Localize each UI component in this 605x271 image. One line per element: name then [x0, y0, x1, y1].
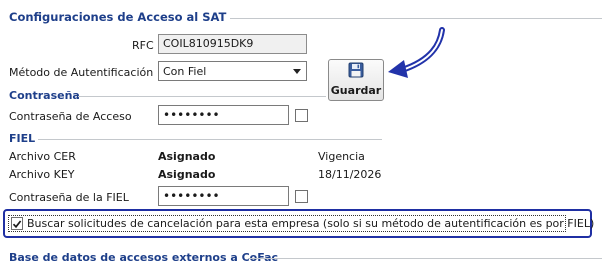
show-fiel-password-checkbox[interactable]: [295, 190, 308, 203]
validity-label: Vigencia: [318, 150, 365, 163]
arrow-icon: [388, 27, 445, 78]
access-group-divider: [230, 18, 602, 19]
save-button[interactable]: Guardar: [328, 59, 384, 101]
cancel-search-checkbox[interactable]: [11, 217, 23, 230]
auth-method-value: Con Fiel: [163, 64, 207, 78]
fiel-password-label: Contraseña de la FIEL: [9, 191, 129, 204]
floppy-disk-icon: [348, 62, 364, 81]
cer-status: Asignado: [158, 150, 216, 163]
checkmark-icon: [12, 219, 22, 228]
access-password-label: Contraseña de Acceso: [9, 110, 132, 123]
show-access-password-checkbox[interactable]: [295, 109, 308, 122]
auth-method-select[interactable]: Con Fiel: [158, 61, 307, 81]
auth-method-label: Método de Autentificación: [9, 66, 154, 79]
key-status: Asignado: [158, 168, 216, 181]
key-label: Archivo KEY: [9, 168, 75, 181]
validity-date: 18/11/2026: [318, 168, 382, 181]
rfc-label: RFC: [132, 39, 154, 52]
password-section-divider: [78, 96, 326, 97]
access-group-title: Configuraciones de Acceso al SAT: [9, 10, 227, 24]
cancel-option-row[interactable]: Buscar solicitudes de cancelación para e…: [8, 215, 594, 232]
fiel-section-title: FIEL: [9, 132, 36, 145]
password-section-title: Contraseña: [9, 89, 80, 102]
cancel-search-label: Buscar solicitudes de cancelación para e…: [27, 217, 595, 230]
access-password-field[interactable]: ••••••••: [158, 105, 289, 125]
fiel-password-field[interactable]: ••••••••: [158, 186, 289, 206]
external-group-title: Base de datos de accesos externos a CoFa…: [9, 251, 279, 264]
rfc-field[interactable]: COIL810915DK9: [158, 34, 307, 54]
chevron-down-icon: [293, 68, 301, 74]
external-group-divider: [248, 258, 602, 259]
save-button-label: Guardar: [330, 84, 382, 97]
fiel-section-divider: [38, 139, 382, 140]
cer-label: Archivo CER: [9, 150, 76, 163]
